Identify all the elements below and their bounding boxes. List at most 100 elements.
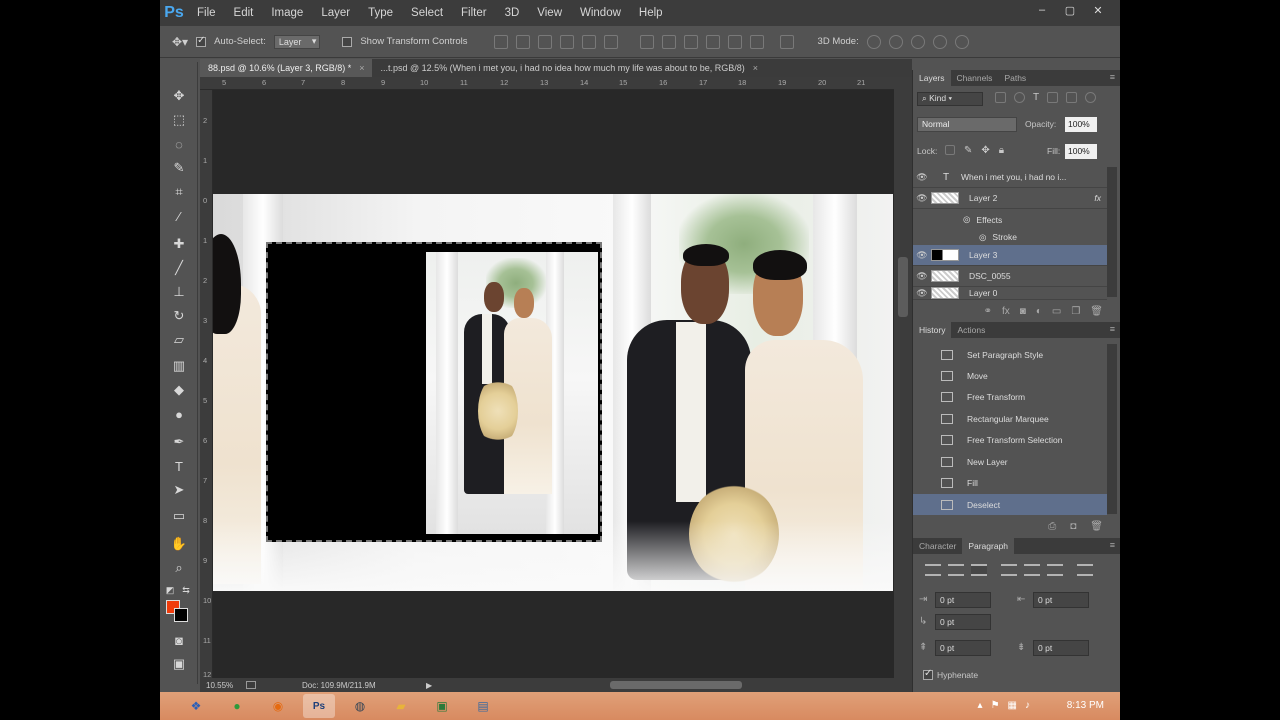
hyphenate-checkbox[interactable] <box>923 668 933 680</box>
tray-arrow-icon[interactable]: ▴ <box>978 700 983 711</box>
restore-button[interactable]: ▢ <box>1056 0 1084 20</box>
menu-file[interactable]: File <box>188 7 225 19</box>
align-bottom-icon[interactable] <box>537 34 552 49</box>
align-left-text-icon[interactable] <box>925 564 941 576</box>
show-transform-checkbox[interactable] <box>342 36 353 47</box>
layer-row-layer-3[interactable]: 👁︎ Layer 3 <box>913 245 1107 266</box>
taskbar-media-icon[interactable]: ◍ <box>344 694 376 718</box>
auto-select-dropdown[interactable]: Layer <box>273 34 321 49</box>
taskbar-folder-icon[interactable]: ▰ <box>385 694 417 718</box>
filter-shape-icon[interactable] <box>1047 92 1059 103</box>
indent-left-field[interactable]: 0 pt <box>935 592 991 608</box>
layers-scrollbar[interactable] <box>1107 167 1117 297</box>
blend-mode-dropdown[interactable]: Normal <box>917 117 1017 132</box>
auto-select-checkbox[interactable] <box>196 35 207 47</box>
menu-layer[interactable]: Layer <box>312 7 359 19</box>
visibility-eye-icon[interactable]: 👁︎ <box>913 271 931 282</box>
tab-history[interactable]: History <box>913 322 952 338</box>
eyedropper-tool-icon[interactable]: ⁄ <box>168 206 190 226</box>
blur-tool-icon[interactable]: ◆ <box>168 380 190 400</box>
quick-select-tool-icon[interactable]: ✎ <box>168 158 190 178</box>
layer-3-black-frame[interactable] <box>266 242 602 542</box>
history-brush-tool-icon[interactable]: ↻ <box>168 306 190 326</box>
new-layer-icon[interactable]: ❐ <box>1071 306 1080 317</box>
menu-window[interactable]: Window <box>571 7 630 19</box>
eraser-tool-icon[interactable]: ▱ <box>168 330 190 350</box>
menu-filter[interactable]: Filter <box>452 7 496 19</box>
brush-tool-icon[interactable]: ╱ <box>168 258 190 278</box>
visibility-eye-icon[interactable]: 👁︎ <box>913 250 931 261</box>
zoom-tool-icon[interactable]: ⌕ <box>168 558 190 578</box>
history-item[interactable]: Move <box>913 365 1107 386</box>
menu-help[interactable]: Help <box>630 7 672 19</box>
start-button[interactable]: ❖ <box>180 694 212 718</box>
filter-adjustment-icon[interactable] <box>1014 92 1025 103</box>
shape-tool-icon[interactable]: ▭ <box>168 506 190 526</box>
menu-edit[interactable]: Edit <box>225 7 263 19</box>
distribute-left-icon[interactable] <box>705 34 720 49</box>
taskbar-chrome-icon[interactable]: ● <box>221 694 253 718</box>
close-button[interactable]: ✕ <box>1084 0 1112 20</box>
lock-pixels-icon[interactable]: ✎ <box>964 145 972 156</box>
align-right-icon[interactable] <box>603 34 618 49</box>
new-group-icon[interactable]: ▭ <box>1052 306 1061 317</box>
justify-last-left-icon[interactable] <box>1001 564 1017 576</box>
healing-brush-tool-icon[interactable]: ✚ <box>168 234 190 254</box>
new-document-from-state-icon[interactable]: ⎙ <box>1048 521 1056 532</box>
distribute-top-icon[interactable] <box>639 34 654 49</box>
history-item[interactable]: Deselect <box>913 494 1107 515</box>
lock-all-icon[interactable]: 🔒︎ <box>999 145 1004 156</box>
hand-tool-icon[interactable]: ✋ <box>168 534 190 554</box>
quick-mask-icon[interactable]: ◙ <box>168 630 190 650</box>
align-hcenter-icon[interactable] <box>581 34 596 49</box>
tab-actions[interactable]: Actions <box>951 322 991 338</box>
tab-paragraph[interactable]: Paragraph <box>962 538 1015 554</box>
justify-all-icon[interactable] <box>1077 564 1093 576</box>
path-select-tool-icon[interactable]: ➤ <box>168 480 190 500</box>
history-scrollbar[interactable] <box>1107 344 1117 514</box>
fx-badge[interactable]: fx <box>1094 193 1101 203</box>
history-item[interactable]: New Layer <box>913 451 1107 472</box>
tab-paths[interactable]: Paths <box>998 70 1032 86</box>
distribute-hcenter-icon[interactable] <box>727 34 742 49</box>
artwork[interactable] <box>213 194 893 591</box>
taskbar-firefox-icon[interactable]: ◉ <box>262 694 294 718</box>
panel-menu-icon[interactable]: ≡ <box>1110 540 1115 550</box>
taskbar-photoshop-icon[interactable]: Ps <box>303 694 335 718</box>
3d-pan-icon[interactable] <box>910 34 925 49</box>
new-snapshot-icon[interactable]: ◘ <box>1070 521 1076 532</box>
menu-image[interactable]: Image <box>262 7 312 19</box>
menu-type[interactable]: Type <box>359 7 402 19</box>
3d-roll-icon[interactable] <box>888 34 903 49</box>
clone-stamp-tool-icon[interactable]: ⊥ <box>168 282 190 302</box>
tab-character[interactable]: Character <box>913 538 962 554</box>
screen-mode-icon[interactable]: ▣ <box>168 654 190 674</box>
history-item[interactable]: Free Transform Selection <box>913 429 1107 450</box>
first-line-indent-field[interactable]: 0 pt <box>935 614 991 630</box>
add-style-icon[interactable]: fx <box>1002 306 1010 317</box>
panel-menu-icon[interactable]: ≡ <box>1110 72 1115 82</box>
align-left-icon[interactable] <box>559 34 574 49</box>
indent-right-field[interactable]: 0 pt <box>1033 592 1089 608</box>
distribute-right-icon[interactable] <box>749 34 764 49</box>
auto-align-icon[interactable] <box>779 34 794 49</box>
tray-flag-icon[interactable]: ⚑ <box>991 700 1000 711</box>
move-tool-icon[interactable]: ✥▾ <box>172 35 188 49</box>
crop-tool-icon[interactable]: ⌗ <box>168 182 190 202</box>
default-colors-icon[interactable]: ◩ <box>164 580 176 600</box>
3d-slide-icon[interactable] <box>932 34 947 49</box>
visibility-eye-icon[interactable]: 👁︎ <box>913 288 931 299</box>
filter-toggle-icon[interactable] <box>1085 92 1097 103</box>
space-before-field[interactable]: 0 pt <box>935 640 991 656</box>
layer-filter-dropdown[interactable]: ⌕ Kind ▾ <box>917 92 983 106</box>
layer-row-layer-0[interactable]: 👁︎ Layer 0 <box>913 287 1107 300</box>
status-menu-arrow[interactable]: ▶ <box>426 681 432 690</box>
minimize-button[interactable]: – <box>1028 0 1056 20</box>
gradient-tool-icon[interactable]: ▥ <box>168 356 190 376</box>
delete-layer-icon[interactable]: 🗑︎ <box>1090 306 1103 317</box>
link-layers-icon[interactable]: ⚭ <box>984 306 992 317</box>
type-tool-icon[interactable]: T <box>168 456 190 476</box>
effects-eye-icon[interactable]: ◎ <box>963 214 970 225</box>
history-item[interactable]: Rectangular Marquee <box>913 408 1107 429</box>
swap-colors-icon[interactable]: ⇆ <box>180 580 192 600</box>
